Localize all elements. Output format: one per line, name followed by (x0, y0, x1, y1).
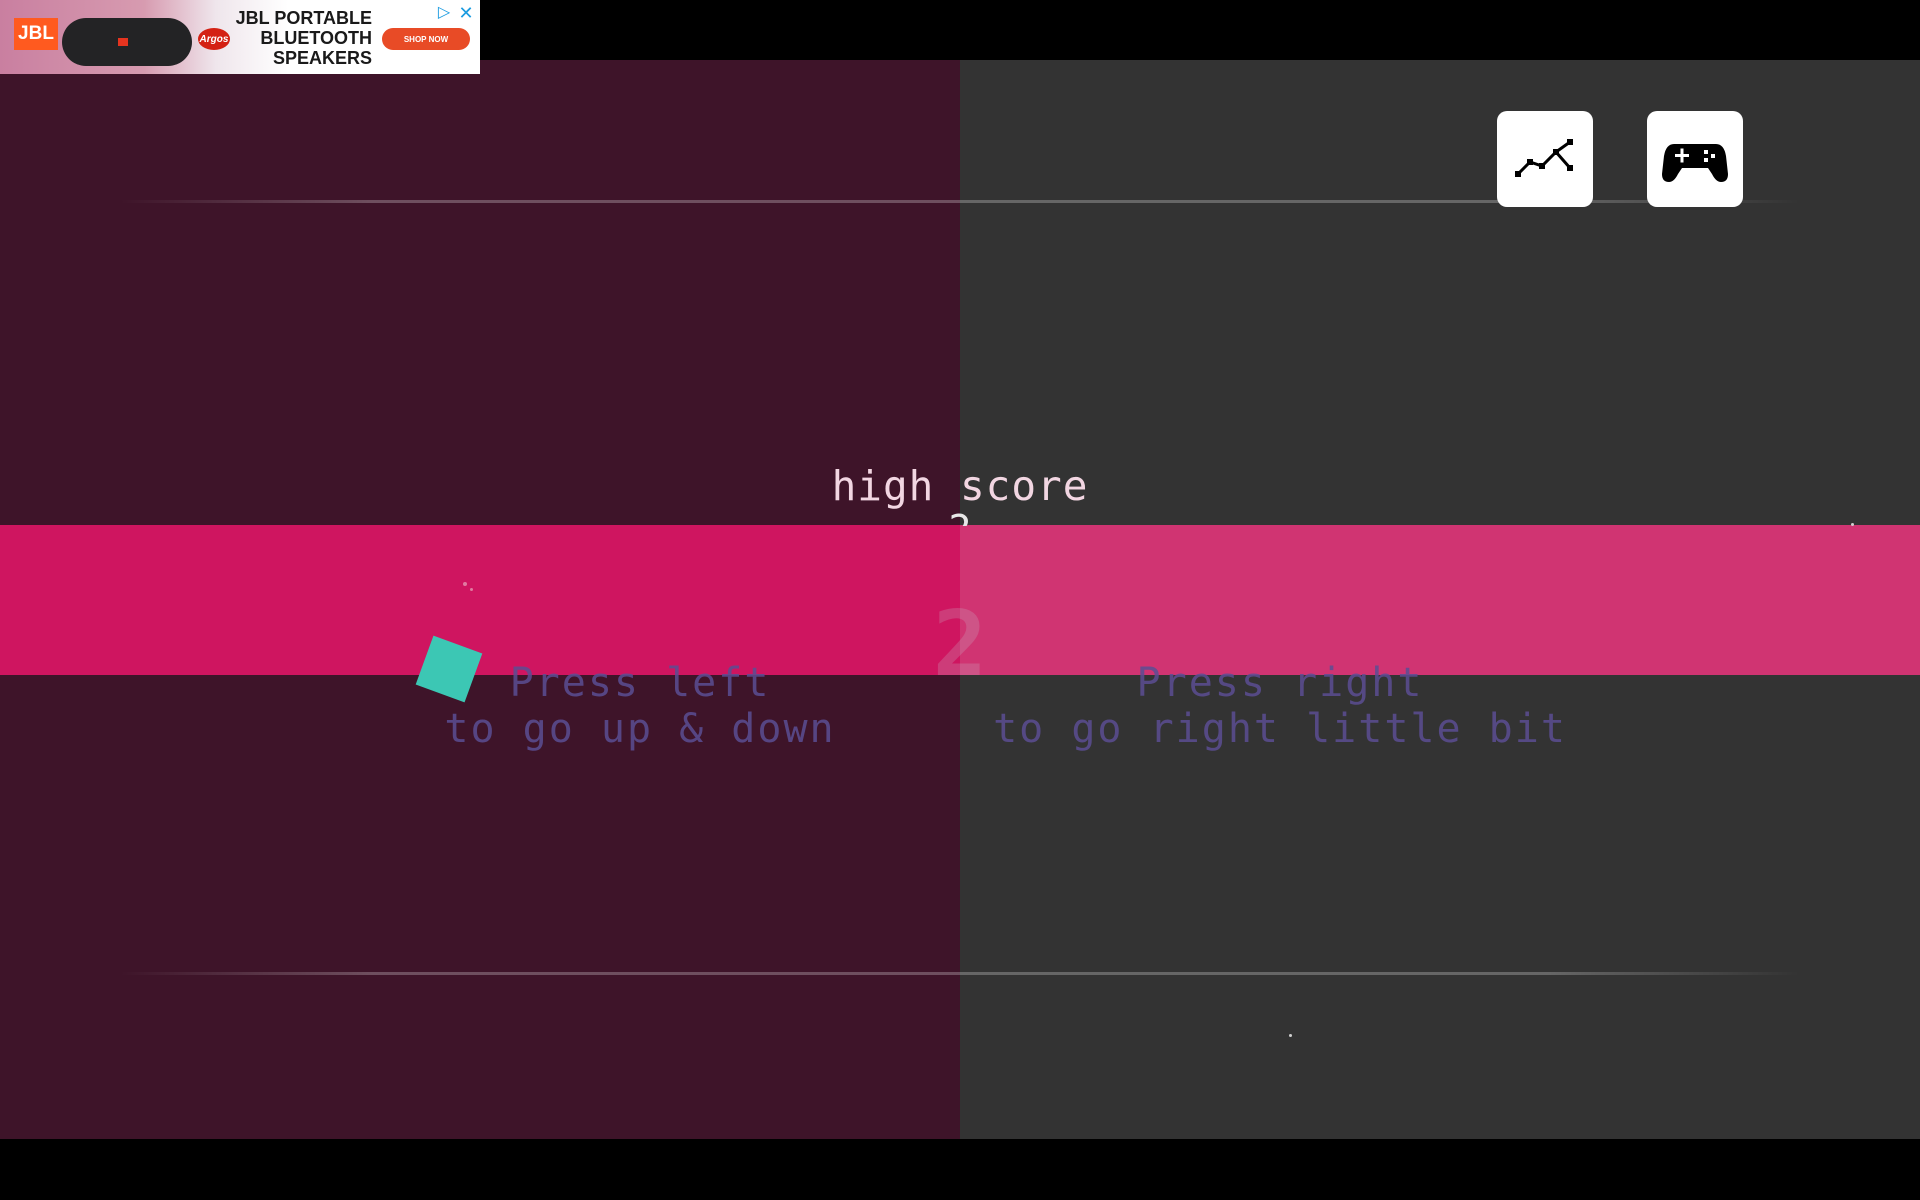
close-icon[interactable]: ✕ (456, 3, 476, 23)
game-canvas[interactable]: high score 2 2 Press left to go up & dow… (0, 60, 1920, 1139)
letterbox-bottom (0, 1139, 1920, 1200)
argos-logo: Argos (198, 28, 230, 50)
particle-dot (1289, 1034, 1292, 1037)
particle-dot (1851, 523, 1854, 526)
left-hint-line-1: Press left (509, 660, 771, 706)
ad-choices-icon[interactable]: ▷ (434, 3, 454, 23)
right-control-hint: Press right to go right little bit (985, 660, 1575, 752)
speaker-image (62, 18, 192, 66)
jbl-logo: JBL (14, 18, 58, 50)
right-hint-line-2: to go right little bit (993, 706, 1567, 752)
ad-title: JBL PORTABLE BLUETOOTH SPEAKERS (235, 8, 372, 68)
shop-now-button[interactable]: SHOP NOW (382, 28, 470, 50)
right-hint-line-1: Press right (1136, 660, 1424, 706)
left-hint-line-2: to go up & down (444, 706, 836, 752)
ad-banner[interactable]: JBL Argos JBL PORTABLE BLUETOOTH SPEAKER… (0, 0, 480, 74)
current-score: 2 (932, 592, 988, 697)
left-control-hint: Press left to go up & down (420, 660, 860, 752)
stats-graph-icon (1515, 139, 1573, 177)
gamepad-button[interactable] (1647, 111, 1743, 207)
trail-particle (463, 582, 467, 586)
gamepad-icon (1662, 144, 1728, 182)
bottom-rail (120, 972, 1800, 975)
stats-button[interactable] (1497, 111, 1593, 207)
high-score-value: 2 (0, 510, 1920, 526)
trail-particle (470, 588, 473, 591)
high-score-label: high score (831, 462, 1089, 510)
